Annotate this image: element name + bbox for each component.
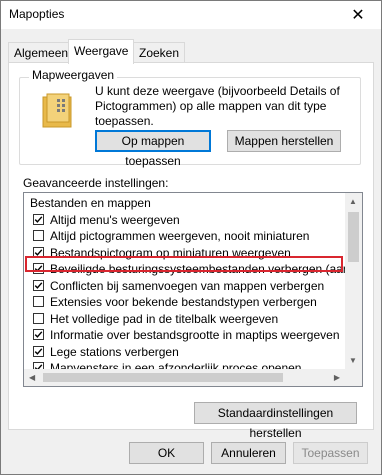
vertical-scroll-thumb[interactable] xyxy=(348,212,359,262)
folder-views-description: U kunt deze weergave (bijvoorbeeld Detai… xyxy=(95,84,340,128)
group-header-label: Bestanden en mappen xyxy=(30,196,151,210)
window-title: Mapopties xyxy=(9,7,65,21)
checkbox[interactable] xyxy=(33,213,44,225)
list-item-label: Het volledige pad in de titelbalk weerge… xyxy=(50,311,279,326)
folder-views-label: Mapweergaven xyxy=(29,68,118,82)
check-icon xyxy=(34,347,43,355)
reset-folders-button[interactable]: Mappen herstellen xyxy=(227,130,341,152)
check-icon xyxy=(34,281,43,289)
checkbox[interactable] xyxy=(33,329,44,340)
checkbox[interactable] xyxy=(33,246,44,258)
advanced-settings-list[interactable]: Bestanden en mappen Altijd menu's weergev… xyxy=(23,192,363,387)
horizontal-scrollbar[interactable]: ◀ ▶ xyxy=(24,369,345,386)
list-item-label: Altijd pictogrammen weergeven, nooit min… xyxy=(50,229,310,243)
scroll-right-icon[interactable]: ▶ xyxy=(334,373,340,382)
tab-weergave[interactable]: Weergave xyxy=(68,39,135,64)
scroll-up-icon[interactable]: ▲ xyxy=(349,197,357,206)
apply-button[interactable]: Toepassen xyxy=(293,442,368,464)
list-item-label: Conflicten bij samenvoegen van mappen ve… xyxy=(50,278,325,293)
list-item-label: Extensies voor bekende bestandstypen ver… xyxy=(50,295,317,309)
horizontal-scroll-thumb[interactable] xyxy=(43,373,283,382)
check-icon xyxy=(34,215,43,223)
checkbox[interactable] xyxy=(33,279,44,291)
folder-icon xyxy=(41,93,75,129)
check-icon xyxy=(34,265,43,272)
checkbox[interactable] xyxy=(33,263,44,274)
check-icon xyxy=(34,331,43,338)
tab-algemeen[interactable]: Algemeen xyxy=(8,42,75,63)
checkbox[interactable] xyxy=(33,296,44,307)
list-item-label: Bestandspictogram op miniaturen weergeve… xyxy=(50,245,291,260)
tab-label: Weergave xyxy=(74,44,129,58)
tab-label: Algemeen xyxy=(14,46,69,60)
checkbox[interactable] xyxy=(33,345,44,357)
checkbox[interactable] xyxy=(33,312,44,324)
button-label: Toepassen xyxy=(301,446,360,460)
button-label: Mappen herstellen xyxy=(234,134,334,148)
button-label: Standaardinstellingen herstellen xyxy=(217,406,334,440)
close-button[interactable]: ✕ xyxy=(335,1,381,29)
vertical-scrollbar[interactable]: ▲ ▼ xyxy=(345,193,362,369)
button-label: Annuleren xyxy=(221,446,276,460)
list-item-label: Beveiligde besturingssysteembestanden ve… xyxy=(50,262,363,276)
check-icon xyxy=(34,248,43,256)
list-item-label: Altijd menu's weergeven xyxy=(50,212,180,227)
advanced-settings-label: Geavanceerde instellingen: xyxy=(23,176,169,190)
scroll-left-icon[interactable]: ◀ xyxy=(29,373,35,382)
cancel-button[interactable]: Annuleren xyxy=(211,442,286,464)
tab-zoeken[interactable]: Zoeken xyxy=(133,42,186,63)
button-label: OK xyxy=(157,446,176,460)
scroll-down-icon[interactable]: ▼ xyxy=(349,356,357,365)
button-label: Op mappen toepassen xyxy=(121,134,185,168)
list-item-label: Lege stations verbergen xyxy=(50,344,179,359)
ok-button[interactable]: OK xyxy=(129,442,204,464)
folder-options-dialog: Mapopties ✕ Algemeen Weergave Zoeken Map… xyxy=(0,0,382,475)
apply-to-folders-button[interactable]: Op mappen toepassen xyxy=(95,130,211,168)
checkbox[interactable] xyxy=(33,230,44,241)
close-icon: ✕ xyxy=(351,7,365,24)
restore-defaults-button[interactable]: Standaardinstellingen herstellen xyxy=(194,402,357,440)
list-item-label: Informatie over bestandsgrootte in mapti… xyxy=(50,328,340,342)
scrollbar-corner xyxy=(345,369,362,386)
title-bar: Mapopties ✕ xyxy=(1,1,381,29)
tab-label: Zoeken xyxy=(139,46,180,60)
